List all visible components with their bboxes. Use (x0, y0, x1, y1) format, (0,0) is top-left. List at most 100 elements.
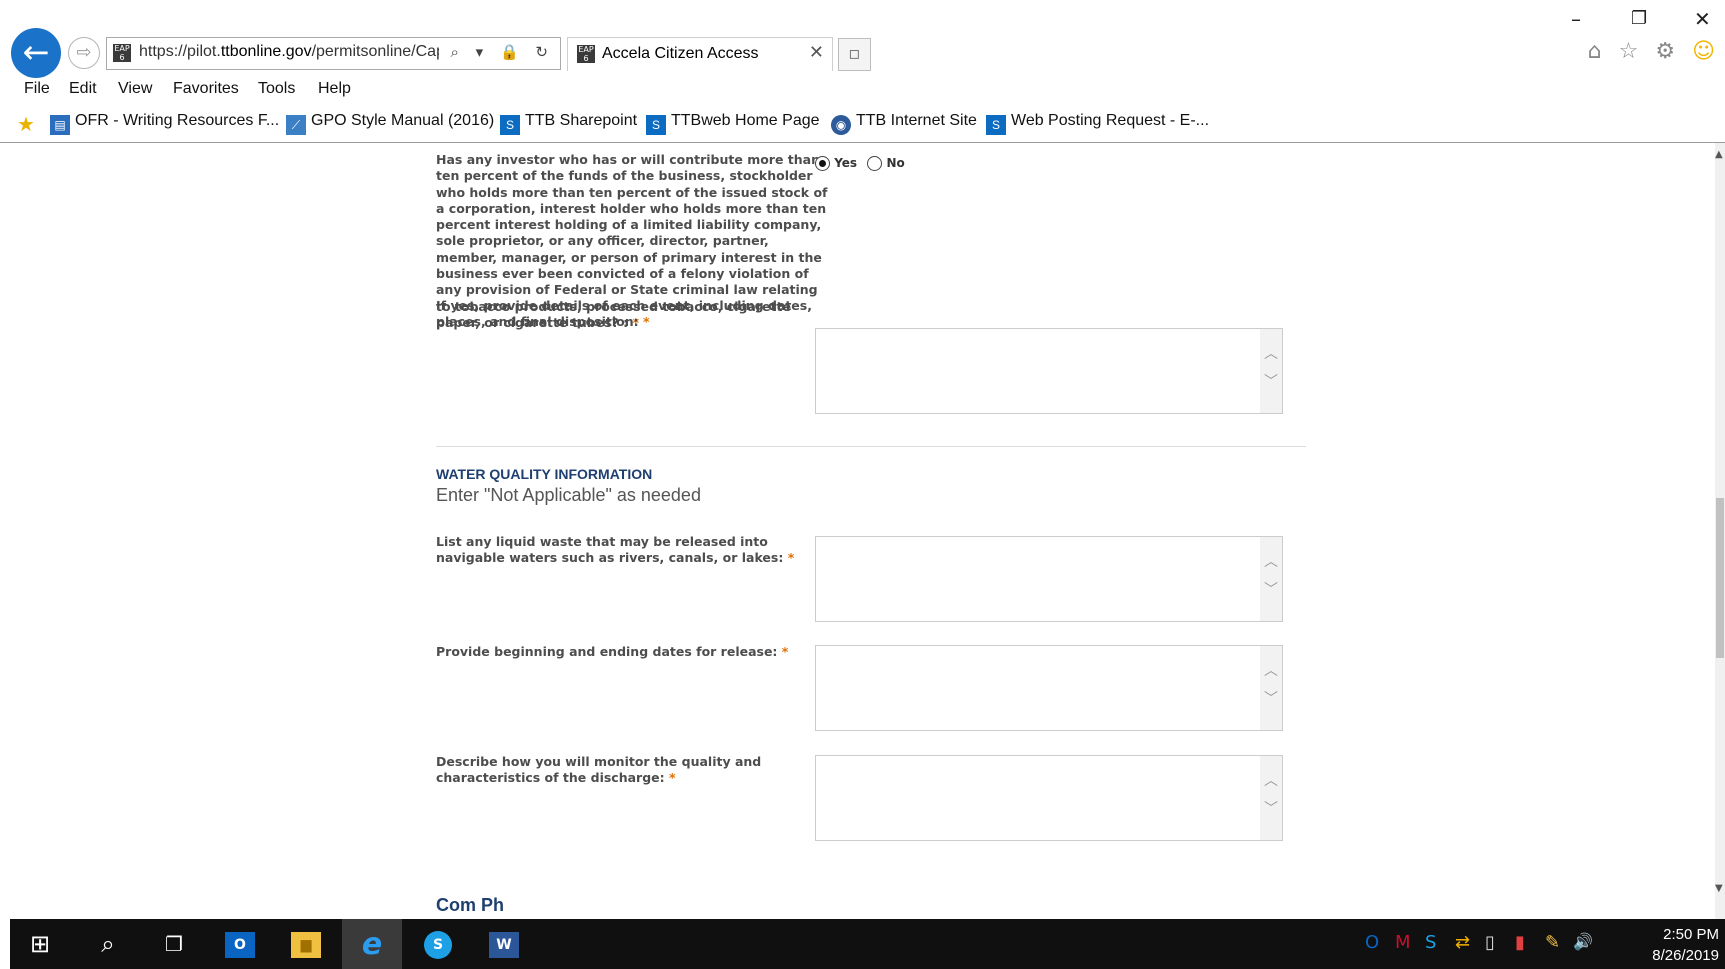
required-marker: * (643, 314, 650, 330)
favorite-link-ofr[interactable]: ▤ OFR - Writing Resources F... (50, 112, 279, 135)
feedback-smiley-icon[interactable]: ☺ (1692, 39, 1715, 64)
volume-icon[interactable]: 🔊 (1573, 932, 1593, 951)
tab-close-icon[interactable]: ✕ (809, 42, 824, 63)
textarea-scrollbar[interactable]: ︿ ﹀ (1260, 756, 1282, 840)
mcafee-icon[interactable]: M (1395, 932, 1411, 953)
section-subtitle: Enter "Not Applicable" as needed (436, 485, 701, 505)
textarea-scrollbar[interactable]: ︿ ﹀ (1260, 646, 1282, 730)
scroll-up-icon[interactable]: ︿ (1264, 660, 1278, 680)
browser-chrome: – ❐ ✕ ← ⇨ EAP 6 https://pilot.ttbonline.… (0, 0, 1725, 143)
scroll-down-icon[interactable]: ﹀ (1264, 371, 1278, 391)
back-button[interactable]: ← (11, 28, 61, 78)
windows-logo-icon: ⊞ (29, 930, 51, 958)
section-title: WATER QUALITY INFORMATION (436, 466, 653, 482)
toolbar-icons: ⌂ ☆ ⚙ ☺ (1588, 39, 1725, 64)
details-label-text: If yes, provide details of each event, i… (436, 298, 812, 330)
favorite-link-ttbweb[interactable]: S TTBweb Home Page (646, 112, 820, 135)
favorite-label: TTB Sharepoint (525, 112, 638, 129)
add-favorites-star-icon[interactable]: ★ (17, 112, 35, 137)
outlook-tray-icon[interactable]: O (1365, 932, 1379, 953)
battery-icon[interactable]: ▮ (1515, 932, 1525, 953)
task-view-button[interactable]: ❐ (144, 919, 204, 969)
restore-button[interactable]: ❐ (1631, 6, 1647, 32)
settings-gear-icon[interactable]: ⚙ (1655, 39, 1675, 64)
menu-favorites[interactable]: Favorites (173, 80, 239, 98)
required-marker: * (787, 550, 795, 566)
forward-arrow-icon: ⇨ (76, 42, 92, 63)
felony-radio-group: Yes No (815, 156, 905, 171)
address-url[interactable]: https://pilot.ttbonline.gov/permitsonlin… (139, 43, 439, 61)
menu-help[interactable]: Help (318, 80, 351, 98)
sharepoint-icon: S (986, 115, 1006, 135)
search-button[interactable]: ⌕ (78, 919, 138, 969)
usb-icon[interactable]: ▯ (1485, 932, 1495, 953)
details-textarea[interactable]: ︿ ﹀ (815, 328, 1283, 414)
forward-button[interactable]: ⇨ (68, 37, 100, 69)
menu-file[interactable]: File (24, 80, 50, 98)
page-scrollbar[interactable]: ▲ ▼ (1715, 143, 1725, 919)
scroll-up-icon[interactable]: ︿ (1264, 770, 1278, 790)
scroll-down-icon[interactable]: ﹀ (1264, 579, 1278, 599)
minimize-button[interactable]: – (1571, 6, 1581, 32)
liquid-waste-textarea[interactable]: ︿ ﹀ (815, 536, 1283, 622)
address-bar[interactable]: EAP 6 https://pilot.ttbonline.gov/permit… (106, 37, 561, 70)
scroll-down-icon[interactable]: ﹀ (1264, 798, 1278, 818)
radio-yes[interactable] (815, 156, 830, 171)
ofr-icon: ▤ (50, 115, 70, 135)
page-scroll-up-icon[interactable]: ▲ (1715, 149, 1723, 160)
new-tab-button[interactable]: ▫ (838, 38, 871, 71)
favorite-label: TTB Internet Site (856, 112, 977, 129)
favorite-link-web-posting[interactable]: S Web Posting Request - E-... (986, 112, 1209, 135)
menu-tools[interactable]: Tools (258, 80, 295, 98)
close-window-button[interactable]: ✕ (1694, 6, 1711, 32)
taskbar-word[interactable]: W (474, 919, 534, 969)
sync-icon[interactable]: ⇄ (1455, 932, 1470, 953)
favorite-label: TTBweb Home Page (671, 112, 820, 129)
tab-accela-citizen-access[interactable]: EAP 6 Accela Citizen Access ✕ (567, 37, 833, 71)
word-icon: W (489, 932, 519, 958)
taskbar-clock[interactable]: 2:50 PM 8/26/2019 (1652, 924, 1719, 966)
favorite-link-gpo[interactable]: ⟋ GPO Style Manual (2016) (286, 112, 494, 135)
notes-icon[interactable]: ✎ (1545, 932, 1560, 953)
taskbar-internet-explorer[interactable]: e (342, 919, 402, 969)
taskbar-skype[interactable]: S (408, 919, 468, 969)
scroll-up-icon[interactable]: ︿ (1264, 343, 1278, 363)
favorite-link-ttb-sharepoint[interactable]: S TTB Sharepoint (500, 112, 637, 135)
sharepoint-icon: S (500, 115, 520, 135)
menu-edit[interactable]: Edit (69, 80, 97, 98)
start-button[interactable]: ⊞ (10, 919, 70, 969)
taskbar-file-explorer[interactable]: ▆ (276, 919, 336, 969)
favorite-label: GPO Style Manual (2016) (311, 112, 495, 129)
radio-no-label[interactable]: No (886, 156, 904, 170)
textarea-scrollbar[interactable]: ︿ ﹀ (1260, 537, 1282, 621)
liquid-waste-text: List any liquid waste that may be releas… (436, 534, 784, 566)
address-bar-icons[interactable]: ⌕ ▾ 🔒 ↻ (451, 43, 554, 61)
liquid-waste-label: List any liquid waste that may be releas… (436, 534, 826, 567)
page-scroll-thumb[interactable] (1716, 498, 1724, 658)
radio-no[interactable] (867, 156, 883, 171)
scroll-up-icon[interactable]: ︿ (1264, 551, 1278, 571)
page-scroll-down-icon[interactable]: ▼ (1715, 883, 1723, 894)
cut-off-heading: Com Ph (436, 895, 505, 915)
release-dates-textarea[interactable]: ︿ ﹀ (815, 645, 1283, 731)
tab-favicon-icon: EAP 6 (577, 45, 595, 63)
details-label: If yes, provide details of each event, i… (436, 298, 826, 331)
ttb-seal-icon: ◉ (831, 115, 851, 135)
radio-yes-label[interactable]: Yes (834, 156, 857, 170)
skype-icon: S (424, 931, 452, 959)
favorites-star-icon[interactable]: ☆ (1619, 39, 1639, 64)
taskbar-outlook[interactable]: O (210, 919, 270, 969)
site-favicon-icon: EAP 6 (113, 44, 131, 62)
scroll-down-icon[interactable]: ﹀ (1264, 688, 1278, 708)
monitor-textarea[interactable]: ︿ ﹀ (815, 755, 1283, 841)
clock-date: 8/26/2019 (1652, 947, 1719, 964)
skype-tray-icon[interactable]: S (1425, 932, 1436, 953)
section-divider (436, 446, 1306, 447)
gpo-icon: ⟋ (286, 115, 306, 135)
textarea-scrollbar[interactable]: ︿ ﹀ (1260, 329, 1282, 413)
home-icon[interactable]: ⌂ (1588, 39, 1602, 64)
url-suffix: /permitsonline/Cap (311, 43, 439, 60)
favorite-link-ttb-internet[interactable]: ◉ TTB Internet Site (831, 112, 977, 135)
menu-view[interactable]: View (118, 80, 152, 98)
windows-taskbar: ⊞ ⌕ ❐ O ▆ e S W O M S ⇄ ▯ ▮ ✎ 🔊 2:50 PM … (10, 919, 1725, 969)
